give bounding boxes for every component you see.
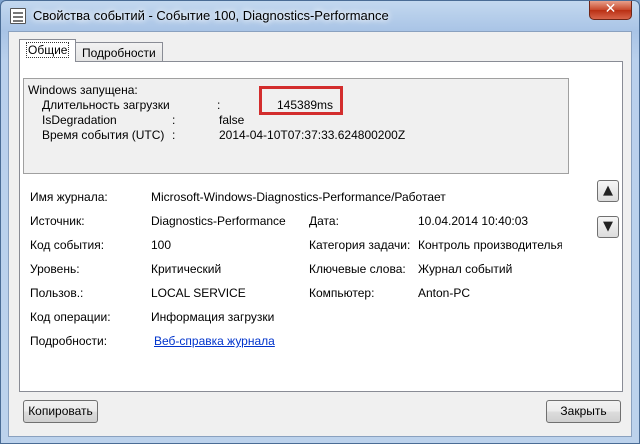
boot-duration-label: Длительность загрузки (42, 98, 170, 112)
event-time-label: Время события (UTC) (42, 128, 165, 142)
source-label: Источник: (30, 214, 85, 228)
arrow-up-icon: ▲ (603, 183, 613, 198)
is-degradation-value: false (219, 113, 245, 127)
details-label: Подробности: (30, 334, 108, 348)
date-label: Дата: (309, 214, 339, 228)
tab-details[interactable]: Подробности (75, 42, 163, 62)
close-button[interactable]: Закрыть (546, 400, 621, 423)
task-category-value: Контроль производителья (418, 238, 562, 252)
event-time-value: 2014-04-10T07:37:33.624800200Z (219, 128, 406, 142)
description-header: Windows запущена: (28, 83, 138, 97)
previous-event-button[interactable]: ▲ (597, 180, 619, 202)
event-code-label: Код события: (30, 238, 105, 252)
computer-value: Anton-PC (418, 286, 471, 300)
level-label: Уровень: (30, 262, 80, 276)
source-value: Diagnostics-Performance (151, 214, 286, 228)
tab-general[interactable]: Общие (19, 39, 77, 62)
arrow-down-icon: ▼ (603, 219, 613, 234)
level-value: Критический (151, 262, 222, 276)
keywords-label: Ключевые слова: (309, 262, 406, 276)
is-degradation-label: IsDegradation (42, 113, 117, 127)
log-name-value: Microsoft-Windows-Diagnostics-Performanc… (151, 190, 446, 204)
title-bar[interactable]: Свойства событий - Событие 100, Diagnost… (1, 1, 639, 31)
window-title: Свойства событий - Событие 100, Diagnost… (33, 8, 389, 23)
keywords-value: Журнал событий (418, 262, 513, 276)
boot-duration-sep: : (217, 98, 221, 112)
online-help-link[interactable]: Веб-справка журнала (154, 334, 275, 348)
tab-general-label: Общие (26, 42, 70, 58)
user-value: LOCAL SERVICE (151, 286, 246, 300)
user-label: Пользов.: (30, 286, 84, 300)
task-category-label: Категория задачи: (309, 238, 411, 252)
opcode-label: Код операции: (30, 310, 111, 324)
computer-label: Компьютер: (309, 286, 375, 300)
event-viewer-icon (10, 8, 26, 24)
boot-duration-highlight (259, 86, 343, 115)
copy-button[interactable]: Копировать (23, 400, 98, 423)
next-event-button[interactable]: ▼ (597, 216, 619, 238)
event-properties-window: Свойства событий - Событие 100, Diagnost… (0, 0, 640, 444)
is-degradation-sep: : (172, 113, 176, 127)
window-close-button[interactable]: ✕ (589, 1, 632, 20)
event-code-value: 100 (151, 238, 172, 252)
event-time-sep: : (172, 128, 176, 142)
dialog-client: Общие Подробности Windows запущена: Длит… (8, 31, 632, 437)
date-value: 10.04.2014 10:40:03 (418, 214, 529, 228)
log-name-label: Имя журнала: (30, 190, 108, 204)
opcode-value: Информация загрузки (151, 310, 275, 324)
description-box[interactable]: Windows запущена: Длительность загрузки … (23, 78, 569, 174)
